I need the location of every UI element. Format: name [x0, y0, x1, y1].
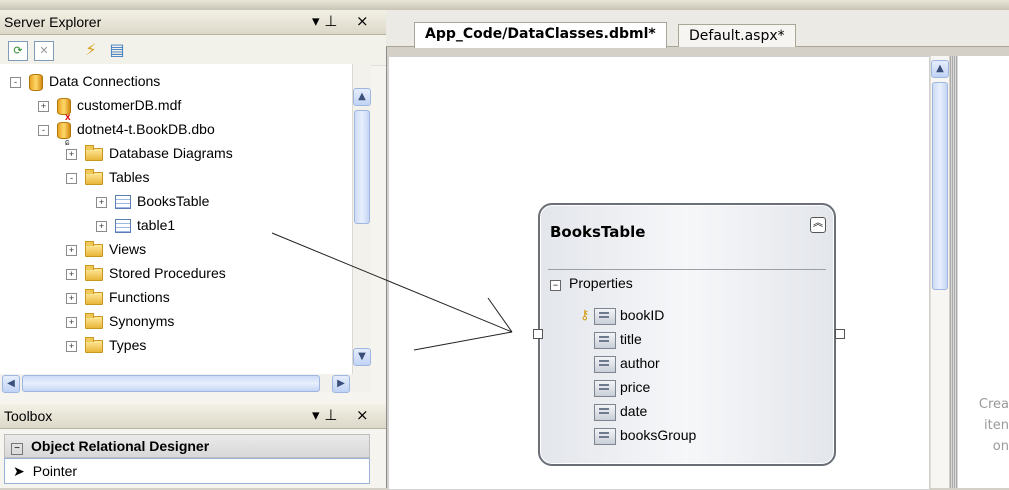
- property-author[interactable]: author: [594, 351, 660, 375]
- properties-section[interactable]: − Properties: [550, 275, 633, 291]
- entity-title: BooksTable: [550, 223, 646, 241]
- property-icon: [594, 403, 616, 421]
- collapse-icon[interactable]: −: [550, 280, 561, 291]
- property-icon: [594, 307, 616, 325]
- property-price[interactable]: price: [594, 375, 650, 399]
- property-name: price: [620, 379, 651, 395]
- drag-arrow: [271, 232, 513, 351]
- property-name: date: [620, 403, 648, 419]
- collapse-chevron-icon[interactable]: ︽: [810, 217, 826, 233]
- property-booksgroup[interactable]: booksGroup: [594, 423, 696, 447]
- entity-separator: [548, 269, 826, 270]
- property-icon: [594, 379, 616, 397]
- property-name: booksGroup: [620, 427, 697, 443]
- property-name: bookID: [620, 307, 665, 323]
- primary-key-icon: ⚷: [580, 307, 590, 322]
- property-name: author: [620, 355, 660, 371]
- resize-handle-right[interactable]: [835, 329, 845, 339]
- property-icon: [594, 355, 616, 373]
- property-title[interactable]: title: [594, 327, 642, 351]
- property-name: title: [620, 331, 642, 347]
- property-bookid[interactable]: ⚷ bookID: [580, 303, 665, 327]
- property-icon: [594, 427, 616, 445]
- property-icon: [594, 331, 616, 349]
- properties-label: Properties: [569, 275, 633, 291]
- entity-bookstable[interactable]: BooksTable ︽ − Properties ⚷ bookID title a…: [538, 203, 836, 466]
- resize-handle-left[interactable]: [533, 329, 543, 339]
- property-date[interactable]: date: [594, 399, 647, 423]
